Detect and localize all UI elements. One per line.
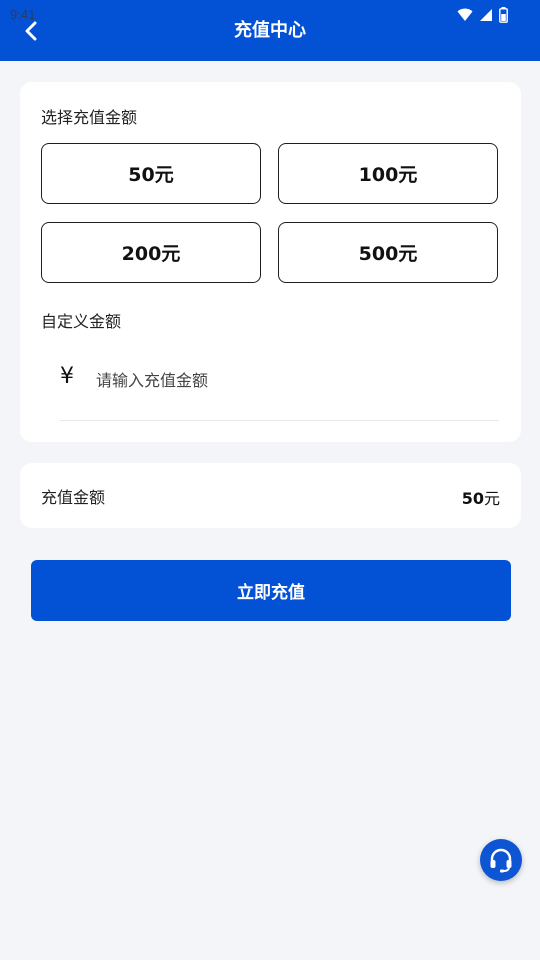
yen-icon: ¥ — [60, 364, 74, 389]
amount-option-200[interactable]: 200元 — [41, 222, 261, 283]
custom-amount-input[interactable] — [96, 367, 496, 393]
amount-option-500[interactable]: 500元 — [278, 222, 498, 283]
input-divider — [60, 420, 499, 421]
custom-amount-label: 自定义金额 — [41, 312, 122, 331]
page-title: 充值中心 — [234, 20, 306, 41]
amount-card: 选择充值金额 50元 100元 200元 500元 自定义金额 ¥ — [20, 82, 521, 442]
amount-section-label: 选择充值金额 — [41, 108, 138, 127]
amount-option-50[interactable]: 50元 — [41, 143, 261, 204]
summary-card: 充值金额 50元 — [20, 463, 521, 528]
headset-icon — [490, 848, 512, 873]
recharge-now-button[interactable]: 立即充值 — [31, 560, 511, 621]
summary-unit: 元 — [483, 489, 500, 508]
top-bar: 9:41 充值中心 — [0, 0, 540, 61]
amount-option-100[interactable]: 100元 — [278, 143, 498, 204]
summary-value: 50元 — [462, 485, 500, 509]
customer-support-button[interactable] — [480, 839, 522, 881]
summary-label: 充值金额 — [41, 488, 106, 507]
summary-amount: 50 — [461, 489, 484, 508]
